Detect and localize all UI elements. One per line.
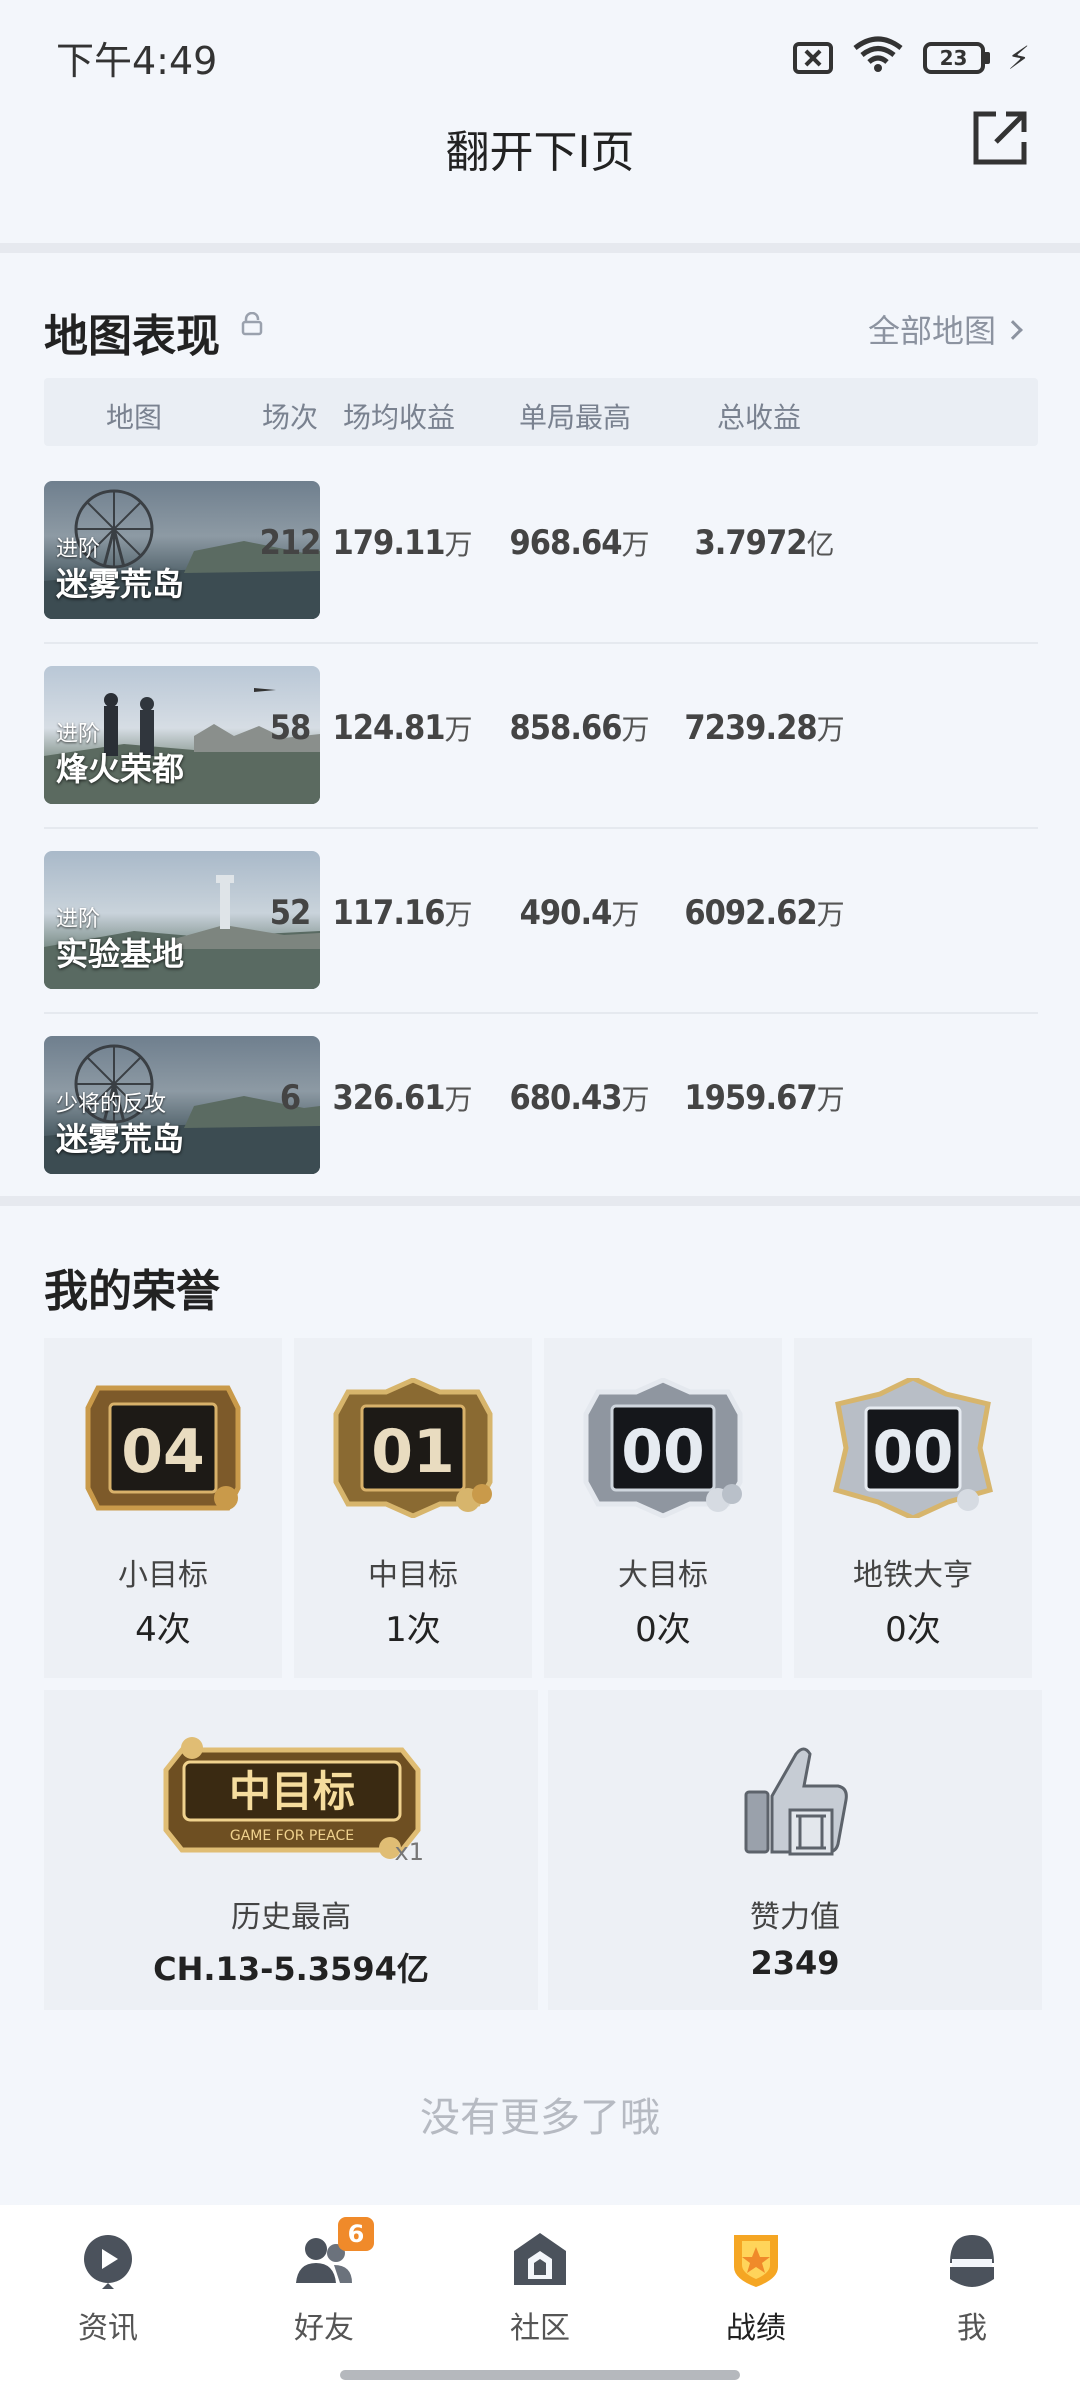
status-icons: 23 ⚡ — [792, 34, 1030, 81]
table-row[interactable]: 进阶 烽火荣都 58 124.81万 858.66万 7239.28万 — [44, 640, 1038, 824]
svg-text:00: 00 — [621, 1417, 705, 1487]
column-header: 场均收益 — [342, 401, 455, 434]
svg-text:01: 01 — [371, 1417, 455, 1487]
svg-text:中目标: 中目标 — [229, 1767, 355, 1816]
honor-card[interactable]: 01 中目标 1次 — [294, 1338, 532, 1678]
thumbs-up-icon — [744, 1747, 848, 1856]
map-name: 迷雾荒岛 — [56, 565, 185, 603]
table-row[interactable]: 少将的反攻 迷雾荒岛 6 326.61万 680.43万 1959.67万 — [44, 1010, 1038, 1194]
honor-label: 地铁大亨 — [853, 1558, 973, 1593]
likes-label: 赞力值 — [750, 1900, 840, 1935]
tab-label: 好友 — [294, 2311, 354, 2346]
history-best-value: CH.13-5.3594亿 — [153, 1950, 429, 1988]
best-earnings: 490.4万 — [519, 893, 640, 933]
tab-profile[interactable]: 我 — [864, 2229, 1080, 2349]
tab-record[interactable]: 战绩 — [648, 2229, 864, 2349]
status-bar: 下午4:49 23 ⚡ — [0, 0, 1080, 110]
honor-card[interactable]: 00 地铁大亨 0次 — [794, 1338, 1032, 1678]
home-indicator[interactable] — [340, 2370, 740, 2380]
page-title: 翻开下I页 — [445, 127, 635, 178]
tab-label: 资讯 — [78, 2311, 138, 2346]
svg-text:04: 04 — [121, 1417, 205, 1487]
charging-icon: ⚡ — [1007, 38, 1030, 77]
all-maps-link[interactable]: 全部地图 — [867, 306, 1023, 352]
svg-text:x1: x1 — [395, 1838, 424, 1864]
svg-text:00: 00 — [873, 1418, 954, 1486]
column-header: 单局最高 — [518, 401, 631, 434]
status-time: 下午4:49 — [56, 39, 218, 83]
svg-text:GAME FOR PEACE: GAME FOR PEACE — [230, 1828, 354, 1844]
divider — [0, 243, 1080, 253]
share-icon[interactable] — [970, 108, 1030, 168]
avg-earnings: 179.11万 — [332, 523, 472, 563]
history-best-card[interactable]: 中目标 GAME FOR PEACE x1 历史最高 CH.13-5.3594亿 — [44, 1690, 538, 2010]
divider — [0, 1196, 1080, 1206]
history-best-badge-icon: 中目标 GAME FOR PEACE x1 — [163, 1737, 424, 1864]
battery-icon: 23 — [922, 41, 990, 74]
tab-news[interactable]: 资讯 — [0, 2229, 216, 2349]
map-section-title: 地图表现 — [44, 311, 220, 362]
sim-off-icon — [792, 41, 833, 74]
total-earnings: 7239.28万 — [684, 708, 844, 748]
record-icon — [734, 2235, 778, 2287]
honor-label: 小目标 — [118, 1558, 208, 1593]
news-icon — [84, 2235, 132, 2289]
metro-tycoon-badge-icon: 00 — [833, 1378, 993, 1518]
tab-friends[interactable]: 6 好友 — [216, 2217, 432, 2349]
column-header: 总收益 — [716, 401, 801, 434]
community-icon — [514, 2233, 566, 2285]
total-earnings: 1959.67万 — [684, 1078, 844, 1118]
honor-card[interactable]: 04 小目标 4次 — [44, 1338, 282, 1678]
avg-earnings: 124.81万 — [332, 708, 472, 748]
tab-label: 我 — [957, 2311, 987, 2346]
likes-card[interactable]: 赞力值 2349 — [548, 1690, 1042, 2010]
map-name: 烽火荣都 — [56, 750, 185, 788]
tab-label: 战绩 — [726, 2311, 786, 2346]
friends-badge: 6 — [338, 2217, 374, 2251]
tab-community[interactable]: 社区 — [432, 2229, 648, 2349]
medium-goal-badge-icon: 01 — [333, 1378, 493, 1518]
honor-label: 大目标 — [618, 1558, 708, 1593]
honor-value: 1次 — [385, 1610, 441, 1650]
table-row[interactable]: 进阶 迷雾荒岛 212 179.11万 968.64万 3.7972亿 — [44, 455, 1038, 639]
tab-label: 社区 — [510, 2311, 570, 2346]
big-goal-badge-icon: 00 — [583, 1378, 743, 1518]
chevron-right-icon — [1003, 320, 1023, 340]
table-row[interactable]: 进阶 实验基地 52 117.16万 490.4万 6092.62万 — [44, 825, 1038, 1009]
best-earnings: 680.43万 — [509, 1078, 649, 1118]
lock-icon — [241, 312, 263, 336]
map-name: 迷雾荒岛 — [56, 1120, 185, 1158]
all-maps-label: 全部地图 — [867, 312, 996, 350]
table-header: 地图 场次 场均收益 单局最高 总收益 — [44, 378, 1038, 446]
likes-value: 2349 — [750, 1944, 840, 1982]
header: 翻开下I页 — [0, 100, 1080, 235]
battery-level: 23 — [922, 41, 985, 74]
honor-label: 中目标 — [368, 1558, 458, 1593]
total-earnings: 6092.62万 — [684, 893, 844, 933]
honor-value: 4次 — [135, 1610, 191, 1650]
honor-section-title: 我的荣誉 — [44, 1266, 220, 1317]
wifi-icon — [851, 34, 905, 81]
end-of-list-text: 没有更多了哦 — [420, 2095, 660, 2141]
best-earnings: 968.64万 — [509, 523, 649, 563]
column-header: 地图 — [105, 401, 162, 434]
honor-card[interactable]: 00 大目标 0次 — [544, 1338, 782, 1678]
avg-earnings: 326.61万 — [332, 1078, 472, 1118]
profile-icon — [950, 2235, 994, 2287]
total-earnings: 3.7972亿 — [694, 523, 834, 563]
small-goal-badge-icon: 04 — [85, 1385, 241, 1511]
history-best-label: 历史最高 — [231, 1900, 351, 1935]
honor-value: 0次 — [635, 1610, 691, 1650]
best-earnings: 858.66万 — [509, 708, 649, 748]
map-name: 实验基地 — [56, 935, 185, 973]
honor-value: 0次 — [885, 1610, 941, 1650]
avg-earnings: 117.16万 — [332, 893, 472, 933]
